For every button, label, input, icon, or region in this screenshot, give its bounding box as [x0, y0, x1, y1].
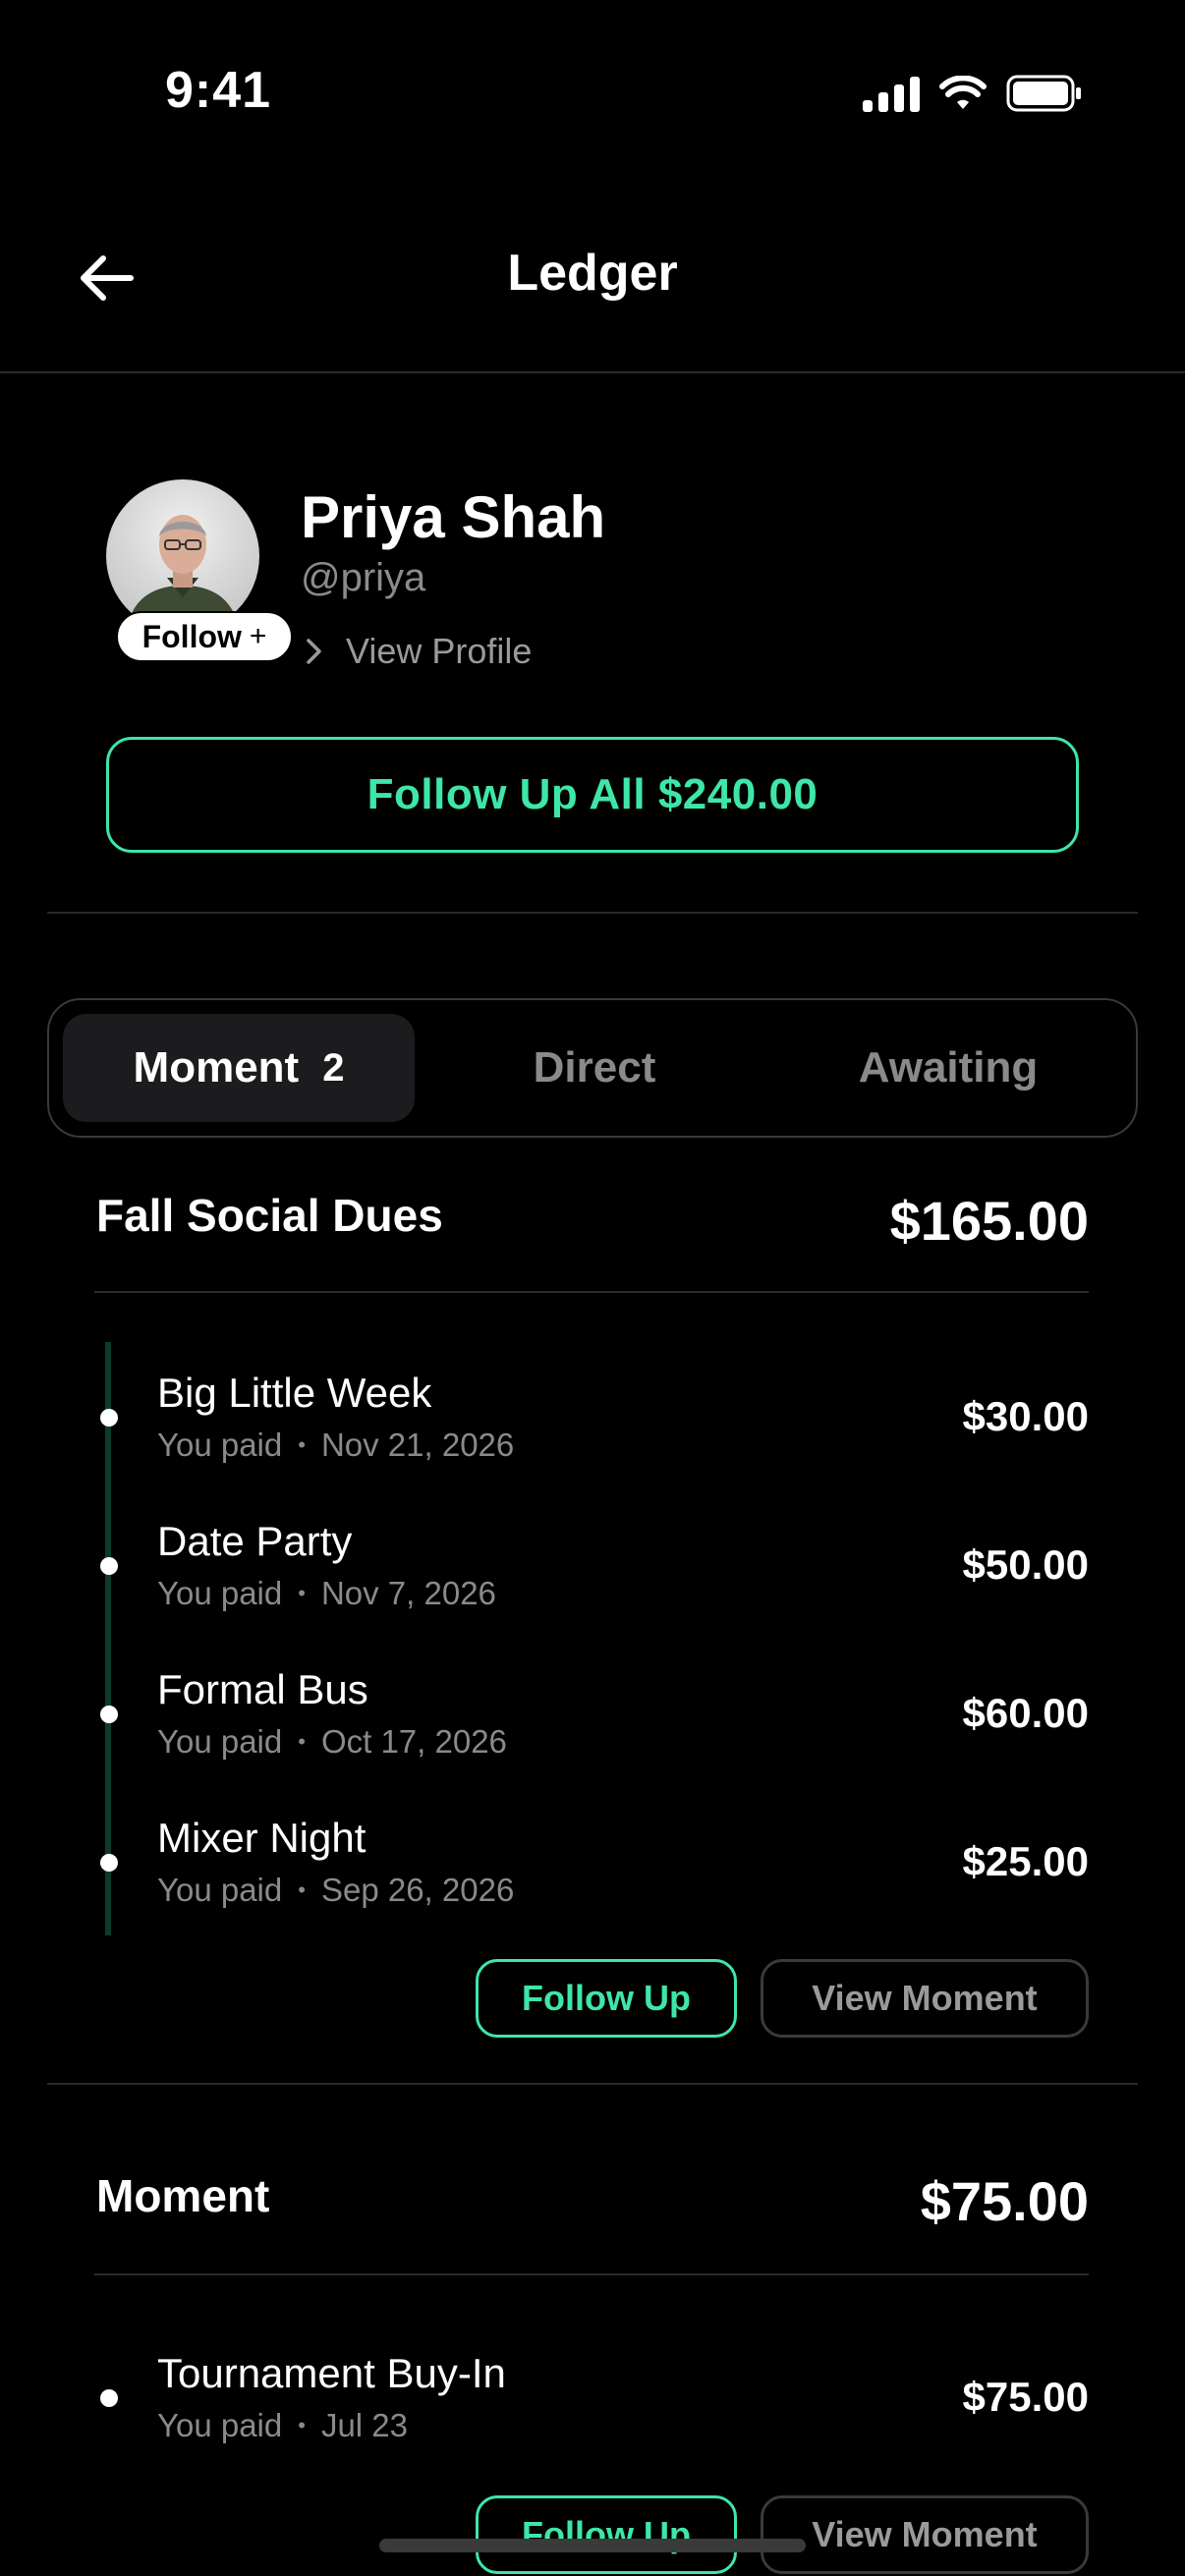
item-title: Formal Bus: [157, 1666, 368, 1712]
item-meta: You paid • Nov 7, 2026: [157, 1575, 496, 1612]
follow-button[interactable]: Follow +: [116, 611, 293, 662]
item-title: Tournament Buy-In: [157, 2350, 506, 2396]
tab-direct[interactable]: Direct: [419, 1014, 770, 1122]
list-item[interactable]: Date Party You paid • Nov 7, 2026 $50.00: [0, 1494, 1185, 1632]
tab-moment[interactable]: Moment 2: [63, 1014, 415, 1122]
nav-bar: Ledger: [0, 187, 1185, 373]
separator-dot: •: [298, 1877, 306, 1902]
tab-awaiting-label: Awaiting: [858, 1043, 1039, 1092]
item-meta: You paid • Nov 21, 2026: [157, 1427, 514, 1464]
item-date: Nov 7, 2026: [320, 1575, 496, 1611]
avatar-portrait: [126, 515, 240, 633]
tab-direct-label: Direct: [533, 1043, 656, 1092]
divider: [47, 2083, 1138, 2085]
section-title: Moment: [96, 2170, 270, 2221]
battery-icon: [1006, 75, 1081, 112]
item-date: Oct 17, 2026: [320, 1723, 507, 1760]
profile-handle: @priya: [301, 556, 426, 599]
item-amount: $50.00: [962, 1541, 1089, 1588]
item-payer: You paid: [157, 1872, 283, 1908]
item-amount: $30.00: [962, 1393, 1089, 1439]
signal-icon: [863, 75, 920, 112]
status-time: 9:41: [165, 62, 272, 119]
chevron-right-icon: [307, 639, 321, 664]
separator-dot: •: [298, 1729, 306, 1754]
separator-dot: •: [298, 1432, 306, 1457]
item-title: Big Little Week: [157, 1370, 432, 1416]
page-title: Ledger: [507, 245, 678, 302]
timeline-dot: [100, 1706, 118, 1723]
avatar[interactable]: [106, 479, 259, 633]
item-payer: You paid: [157, 1427, 283, 1463]
item-title: Mixer Night: [157, 1815, 367, 1861]
view-moment-label: View Moment: [812, 1978, 1038, 2018]
view-profile-link[interactable]: View Profile: [305, 631, 532, 672]
item-payer: You paid: [157, 1723, 283, 1760]
list-item[interactable]: Tournament Buy-In You paid • Jul 23 $75.…: [0, 2326, 1185, 2464]
item-date: Sep 26, 2026: [320, 1872, 515, 1908]
list-item[interactable]: Mixer Night You paid • Sep 26, 2026 $25.…: [0, 1791, 1185, 1929]
section-total: $75.00: [920, 2170, 1089, 2232]
tab-bar: Moment 2 Direct Awaiting: [47, 998, 1138, 1138]
view-profile-label: View Profile: [346, 631, 533, 671]
divider: [47, 912, 1138, 914]
tab-moment-label: Moment: [133, 1043, 300, 1092]
status-icons: [863, 75, 1083, 112]
item-meta: You paid • Sep 26, 2026: [157, 1872, 514, 1909]
item-payer: You paid: [157, 2407, 283, 2443]
list-item[interactable]: Big Little Week You paid • Nov 21, 2026 …: [0, 1346, 1185, 1484]
list-item[interactable]: Formal Bus You paid • Oct 17, 2026 $60.0…: [0, 1643, 1185, 1780]
separator-dot: •: [298, 1581, 306, 1605]
section-total: $165.00: [889, 1190, 1089, 1252]
section-divider: [94, 1291, 1089, 1293]
follow-up-button[interactable]: Follow Up: [476, 2495, 737, 2574]
home-indicator: [379, 2539, 806, 2552]
section-divider: [94, 2273, 1089, 2275]
tab-moment-count: 2: [322, 1045, 345, 1090]
section-title: Fall Social Dues: [96, 1190, 443, 1241]
separator-dot: •: [298, 2413, 306, 2437]
timeline-dot: [100, 1557, 118, 1575]
wifi-icon: [939, 76, 987, 109]
follow-up-all-button[interactable]: Follow Up All $240.00: [106, 737, 1079, 853]
item-amount: $60.00: [962, 1690, 1089, 1736]
plus-icon: +: [249, 620, 267, 652]
follow-up-all-label: Follow Up All $240.00: [367, 770, 818, 818]
item-meta: You paid • Oct 17, 2026: [157, 1723, 507, 1761]
item-meta: You paid • Jul 23: [157, 2407, 408, 2444]
item-date: Jul 23: [320, 2407, 409, 2443]
item-date: Nov 21, 2026: [320, 1427, 515, 1463]
timeline-dot: [100, 1854, 118, 1872]
profile-name: Priya Shah: [301, 484, 606, 550]
follow-label: Follow: [141, 618, 242, 654]
item-amount: $75.00: [962, 2374, 1089, 2420]
view-moment-label: View Moment: [812, 2514, 1038, 2554]
item-payer: You paid: [157, 1575, 283, 1611]
follow-up-button[interactable]: Follow Up: [476, 1959, 737, 2038]
status-bar: 9:41: [0, 0, 1185, 187]
tab-awaiting[interactable]: Awaiting: [772, 1014, 1124, 1122]
timeline-dot: [100, 1409, 118, 1427]
follow-up-label: Follow Up: [522, 1978, 691, 2018]
view-moment-button[interactable]: View Moment: [761, 1959, 1089, 2038]
timeline-dot: [100, 2389, 118, 2407]
item-amount: $25.00: [962, 1838, 1089, 1884]
view-moment-button[interactable]: View Moment: [761, 2495, 1089, 2574]
item-title: Date Party: [157, 1518, 353, 1564]
